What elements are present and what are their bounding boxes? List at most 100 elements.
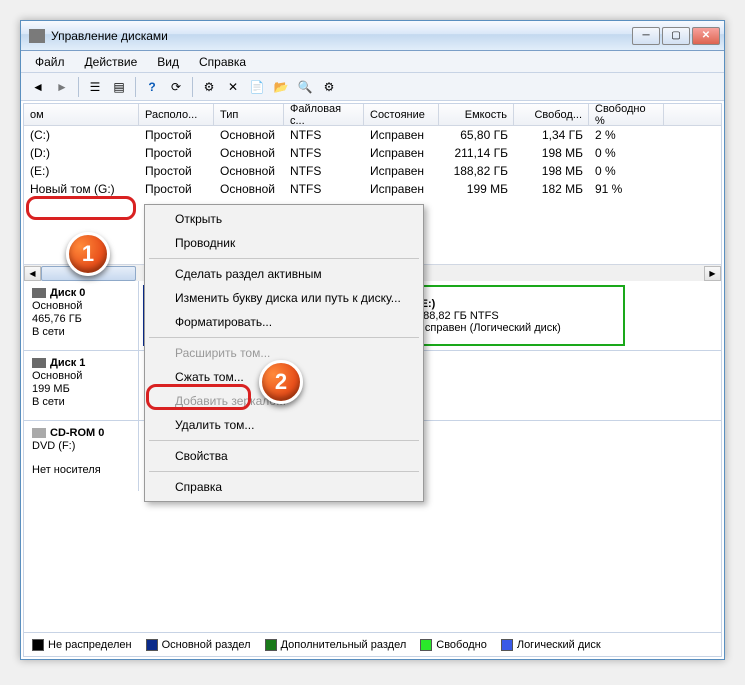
- cell-cap: 199 МБ: [439, 180, 514, 198]
- volume-list-header: ом Располо... Тип Файловая с... Состояни…: [24, 104, 721, 126]
- view-bottom-button[interactable]: ▤: [108, 76, 130, 98]
- legend-swatch: [501, 639, 513, 651]
- ctx-open[interactable]: Открыть: [147, 207, 421, 231]
- col-freepct[interactable]: Свободно %: [589, 104, 664, 125]
- cell-layout: Простой: [139, 126, 214, 144]
- ctx-format[interactable]: Форматировать...: [147, 310, 421, 334]
- legend: Не распределен Основной раздел Дополните…: [24, 632, 721, 656]
- legend-unallocated: Не распределен: [32, 639, 132, 651]
- search-button[interactable]: 🔍: [294, 76, 316, 98]
- volume-row[interactable]: (E:)ПростойОсновнойNTFSИсправен188,82 ГБ…: [24, 162, 721, 180]
- cell-layout: Простой: [139, 144, 214, 162]
- disk-label[interactable]: CD-ROM 0 DVD (F:) Нет носителя: [24, 421, 139, 491]
- badge-2: 2: [259, 360, 303, 404]
- col-status[interactable]: Состояние: [364, 104, 439, 125]
- cell-free: 198 МБ: [514, 162, 589, 180]
- cell-free: 198 МБ: [514, 144, 589, 162]
- col-free[interactable]: Свобод...: [514, 104, 589, 125]
- forward-button[interactable]: ►: [51, 76, 73, 98]
- cell-status: Исправен: [364, 162, 439, 180]
- cell-layout: Простой: [139, 162, 214, 180]
- menu-help[interactable]: Справка: [189, 53, 256, 71]
- delete-button[interactable]: ✕: [222, 76, 244, 98]
- ctx-delete[interactable]: Удалить том...: [147, 413, 421, 437]
- col-type[interactable]: Тип: [214, 104, 284, 125]
- ctx-properties[interactable]: Свойства: [147, 444, 421, 468]
- disk-label[interactable]: Диск 1 Основной 199 МБ В сети: [24, 351, 139, 420]
- menu-file[interactable]: Файл: [25, 53, 75, 71]
- badge-1: 1: [66, 232, 110, 276]
- cell-name: (E:): [24, 162, 139, 180]
- close-button[interactable]: ✕: [692, 27, 720, 45]
- maximize-button[interactable]: ▢: [662, 27, 690, 45]
- refresh-button[interactable]: ⟳: [165, 76, 187, 98]
- col-filesystem[interactable]: Файловая с...: [284, 104, 364, 125]
- titlebar: Управление дисками ─ ▢ ✕: [21, 21, 724, 51]
- cell-status: Исправен: [364, 180, 439, 198]
- cell-freep: 0 %: [589, 162, 664, 180]
- col-volume[interactable]: ом: [24, 104, 139, 125]
- cell-layout: Простой: [139, 180, 214, 198]
- col-layout[interactable]: Располо...: [139, 104, 214, 125]
- context-menu: Открыть Проводник Сделать раздел активны…: [144, 204, 424, 502]
- back-button[interactable]: ◄: [27, 76, 49, 98]
- cell-type: Основной: [214, 162, 284, 180]
- cell-fs: NTFS: [284, 162, 364, 180]
- cell-status: Исправен: [364, 126, 439, 144]
- cell-status: Исправен: [364, 144, 439, 162]
- app-icon: [29, 29, 45, 43]
- cell-cap: 188,82 ГБ: [439, 162, 514, 180]
- legend-extended: Дополнительный раздел: [265, 639, 407, 651]
- cell-fs: NTFS: [284, 126, 364, 144]
- partition[interactable]: (E:) 188,82 ГБ NTFS Исправен (Логический…: [407, 285, 625, 346]
- volume-row[interactable]: Новый том (G:)ПростойОсновнойNTFSИсправе…: [24, 180, 721, 198]
- disk-icon: [32, 358, 46, 368]
- gear-button[interactable]: ⚙: [318, 76, 340, 98]
- help-button[interactable]: ?: [141, 76, 163, 98]
- ctx-change-letter[interactable]: Изменить букву диска или путь к диску...: [147, 286, 421, 310]
- menubar: Файл Действие Вид Справка: [21, 51, 724, 73]
- volume-row[interactable]: (C:)ПростойОсновнойNTFSИсправен65,80 ГБ1…: [24, 126, 721, 144]
- cell-freep: 2 %: [589, 126, 664, 144]
- ctx-explorer[interactable]: Проводник: [147, 231, 421, 255]
- cell-cap: 211,14 ГБ: [439, 144, 514, 162]
- cell-free: 1,34 ГБ: [514, 126, 589, 144]
- cell-free: 182 МБ: [514, 180, 589, 198]
- legend-free: Свободно: [420, 639, 487, 651]
- legend-swatch: [265, 639, 277, 651]
- legend-swatch: [32, 639, 44, 651]
- properties-button[interactable]: 📄: [246, 76, 268, 98]
- menu-view[interactable]: Вид: [147, 53, 189, 71]
- settings-button[interactable]: ⚙: [198, 76, 220, 98]
- disk-label[interactable]: Диск 0 Основной 465,76 ГБ В сети: [24, 281, 139, 350]
- disk-icon: [32, 288, 46, 298]
- legend-swatch: [146, 639, 158, 651]
- minimize-button[interactable]: ─: [632, 27, 660, 45]
- ctx-help[interactable]: Справка: [147, 475, 421, 499]
- open-button[interactable]: 📂: [270, 76, 292, 98]
- cell-name: (C:): [24, 126, 139, 144]
- window-title: Управление дисками: [51, 29, 630, 43]
- cell-type: Основной: [214, 144, 284, 162]
- selection-highlight-1: [26, 196, 136, 220]
- cell-fs: NTFS: [284, 144, 364, 162]
- menu-action[interactable]: Действие: [75, 53, 148, 71]
- scroll-right-button[interactable]: ▶: [704, 266, 721, 281]
- cell-fs: NTFS: [284, 180, 364, 198]
- dvd-icon: [32, 428, 46, 438]
- disk-management-window: Управление дисками ─ ▢ ✕ Файл Действие В…: [20, 20, 725, 660]
- scroll-left-button[interactable]: ◀: [24, 266, 41, 281]
- ctx-make-active[interactable]: Сделать раздел активным: [147, 262, 421, 286]
- volume-row[interactable]: (D:)ПростойОсновнойNTFSИсправен211,14 ГБ…: [24, 144, 721, 162]
- legend-logical: Логический диск: [501, 639, 601, 651]
- cell-name: (D:): [24, 144, 139, 162]
- cell-type: Основной: [214, 126, 284, 144]
- legend-swatch: [420, 639, 432, 651]
- toolbar: ◄ ► ☰ ▤ ? ⟳ ⚙ ✕ 📄 📂 🔍 ⚙: [21, 73, 724, 101]
- view-top-button[interactable]: ☰: [84, 76, 106, 98]
- cell-freep: 0 %: [589, 144, 664, 162]
- col-capacity[interactable]: Емкость: [439, 104, 514, 125]
- cell-freep: 91 %: [589, 180, 664, 198]
- legend-primary: Основной раздел: [146, 639, 251, 651]
- cell-name: Новый том (G:): [24, 180, 139, 198]
